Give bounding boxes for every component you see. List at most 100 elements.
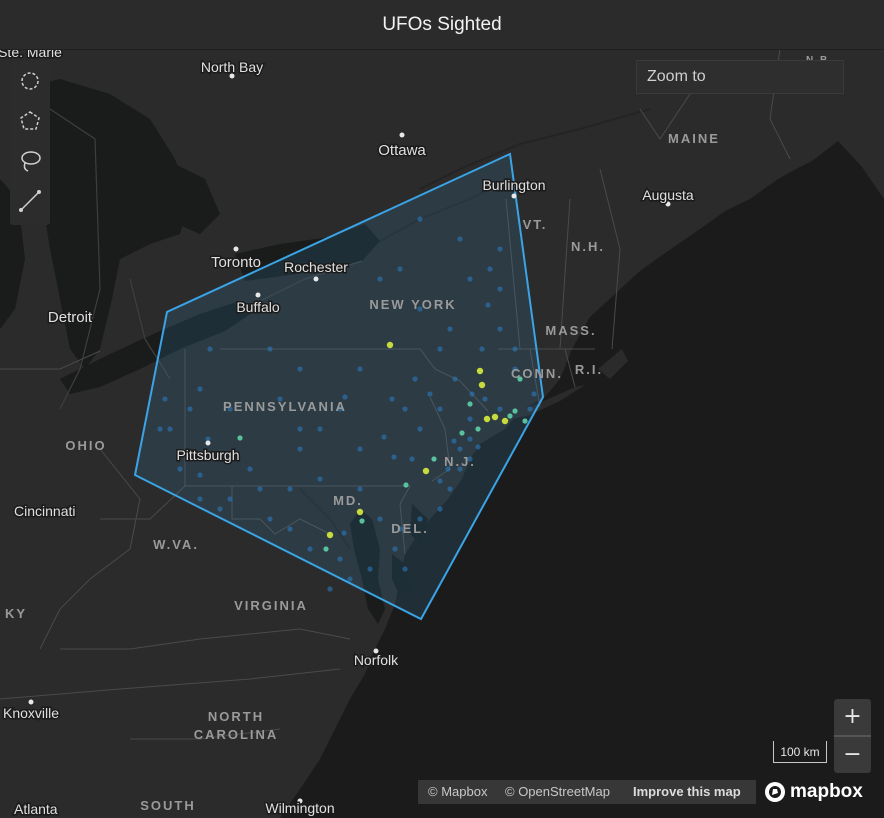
- sighting-point: [187, 406, 193, 412]
- sighting-point: [197, 496, 203, 502]
- city-label: Rochester: [284, 259, 348, 275]
- sightings-overlay: Ste. Marie North Bay Ottawa Burlington Augus…: [0, 49, 832, 818]
- state-label: PENNSYLVANIA: [223, 399, 347, 414]
- sighting-point: [437, 346, 443, 352]
- sighting-point: [412, 376, 418, 382]
- sighting-point: [402, 406, 408, 412]
- sighting-point: [467, 276, 473, 282]
- draw-line-tool[interactable]: [14, 185, 46, 217]
- sighting-point: [307, 546, 313, 552]
- sighting-point: [217, 506, 223, 512]
- sighting-point: [197, 472, 203, 478]
- state-label: MASS.: [545, 323, 596, 338]
- sighting-point: [467, 436, 473, 442]
- state-label: CONN.: [511, 366, 563, 381]
- sighting-point: [457, 236, 463, 242]
- sighting-point: [459, 430, 465, 436]
- sighting-point: [377, 516, 383, 522]
- sighting-point: [437, 406, 443, 412]
- zoom-out-button[interactable]: −: [834, 737, 871, 773]
- sighting-point: [381, 434, 387, 440]
- city-label: Ottawa: [378, 142, 426, 159]
- draw-polygon-tool[interactable]: [14, 105, 46, 137]
- sighting-point: [341, 530, 347, 536]
- state-label: DEL.: [391, 521, 429, 536]
- sighting-point: [479, 346, 485, 352]
- attribution-mapbox-link[interactable]: © Mapbox: [428, 780, 487, 804]
- state-label: N.H.: [571, 239, 605, 254]
- state-label: VT.: [523, 217, 548, 232]
- sighting-point: [162, 396, 168, 402]
- city-dot: [511, 193, 517, 199]
- sighting-point: [389, 396, 395, 402]
- draw-lasso-tool[interactable]: [14, 145, 46, 177]
- city-label: Ste. Marie: [0, 49, 62, 60]
- sighting-point: [475, 426, 481, 432]
- sighting-point: [227, 496, 233, 502]
- sighting-point: [417, 426, 423, 432]
- sighting-point: [497, 286, 503, 292]
- city-dot: [205, 440, 211, 446]
- mapbox-logo[interactable]: mapbox: [764, 779, 874, 805]
- city-label: North Bay: [201, 59, 263, 75]
- sighting-point: [469, 391, 475, 397]
- sighting-point: [377, 276, 383, 282]
- state-label: OHIO: [65, 438, 106, 453]
- draw-toolbar: [10, 61, 50, 225]
- sighting-point: [402, 566, 408, 572]
- sighting-point: [497, 326, 503, 332]
- sighting-point: [157, 426, 163, 432]
- sighting-point: [409, 456, 415, 462]
- sighting-point: [327, 586, 333, 592]
- sighting-point: [267, 346, 273, 352]
- sighting-point: [527, 406, 533, 412]
- sighting-point: [326, 531, 334, 539]
- state-label: MD.: [333, 493, 363, 508]
- city-dot: [255, 292, 261, 298]
- sighting-point: [237, 435, 243, 441]
- sighting-point: [367, 566, 373, 572]
- sighting-point: [507, 413, 513, 419]
- sighting-point: [317, 476, 323, 482]
- sighting-point: [497, 246, 503, 252]
- sighting-point: [431, 456, 437, 462]
- sighting-point: [392, 546, 398, 552]
- sighting-point: [397, 266, 403, 272]
- state-label: MAINE: [668, 131, 720, 146]
- city-label: Detroit: [48, 309, 93, 326]
- line-measure-icon: [19, 190, 41, 212]
- improve-map-link[interactable]: Improve this map: [633, 780, 741, 804]
- sighting-point: [297, 446, 303, 452]
- polygon-select-icon: [20, 111, 40, 130]
- zoom-to-input[interactable]: [636, 60, 844, 94]
- sighting-point: [357, 486, 363, 492]
- sighting-point: [386, 341, 394, 349]
- sighting-point: [475, 444, 481, 450]
- circle-select-icon: [21, 72, 39, 90]
- city-label: Wilmington: [265, 800, 334, 816]
- zoom-control: + −: [834, 699, 871, 773]
- sighting-point: [457, 446, 463, 452]
- sighting-point: [356, 508, 364, 516]
- state-label: SOUTH: [140, 798, 196, 813]
- lasso-icon: [21, 151, 41, 172]
- sighting-point: [391, 454, 397, 460]
- mapbox-logo-text: mapbox: [790, 781, 863, 802]
- city-label: Burlington: [482, 177, 545, 193]
- sighting-point: [501, 417, 509, 425]
- attribution-osm-link[interactable]: © OpenStreetMap: [505, 780, 610, 804]
- sighting-point: [167, 426, 173, 432]
- sighting-point: [427, 391, 433, 397]
- sighting-point: [317, 426, 323, 432]
- map-canvas[interactable]: Ste. Marie North Bay Ottawa Burlington Augus…: [0, 49, 884, 818]
- draw-circle-tool[interactable]: [14, 65, 46, 97]
- zoom-in-button[interactable]: +: [834, 699, 871, 735]
- state-label: N.J.: [444, 454, 476, 469]
- city-dot: [28, 699, 34, 705]
- state-label: R.I.: [575, 362, 603, 377]
- city-label: Cincinnati: [14, 503, 75, 519]
- sighting-point: [287, 526, 293, 532]
- sighting-point: [437, 506, 443, 512]
- sighting-point: [512, 346, 518, 352]
- state-label: W.VA.: [153, 537, 199, 552]
